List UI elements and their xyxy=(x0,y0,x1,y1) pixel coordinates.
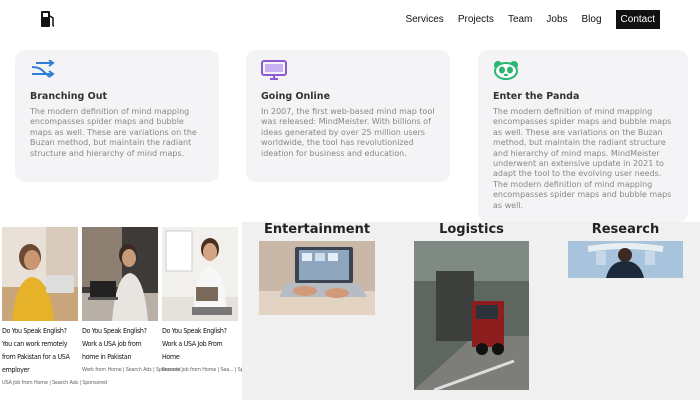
nav-services[interactable]: Services xyxy=(405,14,443,25)
article-thumbnail[interactable] xyxy=(82,227,158,321)
category-title-logistics: Logistics xyxy=(439,222,504,237)
category-image-entertainment[interactable] xyxy=(259,241,375,315)
nav-blog[interactable]: Blog xyxy=(582,14,602,25)
card-title: Going Online xyxy=(261,91,331,102)
contact-button[interactable]: Contact xyxy=(615,10,660,29)
article-card[interactable]: Do You Speak English? Work a USA Job Fro… xyxy=(162,227,263,373)
card-text: The modern definition of mind mapping en… xyxy=(30,107,197,158)
category-title-research: Research xyxy=(591,222,660,237)
nav-jobs[interactable]: Jobs xyxy=(546,14,567,25)
article-source: USA Job from Home | Search Ads | Sponsor… xyxy=(2,380,107,386)
article-card[interactable]: Do You Speak English? Work a USA job fro… xyxy=(82,227,181,373)
sponsored-articles: Do You Speak English? You can work remot… xyxy=(0,222,263,400)
fuel-pump-icon xyxy=(41,11,55,27)
feature-card-branching: Branching Out The modern definition of m… xyxy=(15,50,219,182)
panda-icon xyxy=(494,61,518,80)
site-logo[interactable] xyxy=(40,10,56,28)
article-source: Work from Home | Search Ads | Sponsored xyxy=(82,367,181,373)
card-text: The modern definition of mind mapping en… xyxy=(493,107,672,210)
article-card[interactable]: Do You Speak English? You can work remot… xyxy=(2,227,107,386)
article-title[interactable]: Do You Speak English? Work a USA Job Fro… xyxy=(162,325,238,364)
category-image-logistics[interactable] xyxy=(414,241,529,390)
article-thumbnail[interactable] xyxy=(162,227,238,321)
categories-section: Entertainment Logistics Research xyxy=(242,222,700,400)
nav-projects[interactable]: Projects xyxy=(458,14,494,25)
feature-card-online: Going Online In 2007, the first web-base… xyxy=(246,50,450,182)
monitor-icon xyxy=(261,60,287,80)
card-title: Enter the Panda xyxy=(493,91,580,102)
category-title-entertainment: Entertainment xyxy=(263,222,371,237)
main-nav: Services Projects Team Jobs Blog Contact xyxy=(405,10,660,29)
article-title[interactable]: Do You Speak English? Work a USA job fro… xyxy=(82,325,158,364)
arrows-icon xyxy=(31,59,55,78)
card-text: In 2007, the first web-based mind map to… xyxy=(261,107,435,158)
article-source: Remote Job from Home | Sea... | Sponsore… xyxy=(162,367,263,373)
nav-team[interactable]: Team xyxy=(508,14,532,25)
article-thumbnail[interactable] xyxy=(2,227,78,321)
category-image-research[interactable] xyxy=(568,241,683,278)
card-title: Branching Out xyxy=(30,91,108,102)
article-title[interactable]: Do You Speak English? You can work remot… xyxy=(2,325,78,377)
feature-card-panda: Enter the Panda The modern definition of… xyxy=(478,50,688,222)
